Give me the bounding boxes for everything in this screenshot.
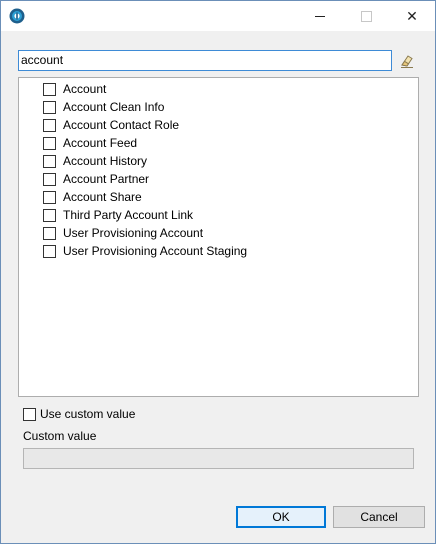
- checkbox[interactable]: [43, 190, 56, 204]
- checkbox[interactable]: [43, 118, 56, 132]
- checkbox[interactable]: [43, 136, 56, 150]
- minimize-icon: [315, 15, 325, 17]
- list-item[interactable]: Account Feed: [43, 134, 137, 152]
- custom-value-field: [23, 448, 414, 469]
- list-item[interactable]: Account Partner: [43, 170, 149, 188]
- search-input[interactable]: [18, 50, 392, 71]
- list-item[interactable]: Account: [43, 80, 106, 98]
- list-item-label: Account History: [63, 154, 148, 168]
- use-custom-value-checkbox[interactable]: Use custom value: [23, 406, 135, 422]
- checkbox[interactable]: [23, 407, 36, 421]
- list-item[interactable]: Account History: [43, 152, 147, 170]
- list-item-label: Account Contact Role: [63, 118, 180, 132]
- list-item-label: User Provisioning Account: [63, 226, 204, 240]
- list-item-label: Account Feed: [63, 136, 138, 150]
- list-item[interactable]: User Provisioning Account Staging: [43, 242, 247, 260]
- use-custom-value-label: Use custom value: [40, 407, 136, 421]
- table-list[interactable]: Account Account Clean Info Account Contact…: [18, 77, 419, 397]
- list-item-label: Account Share: [63, 190, 142, 204]
- checkbox[interactable]: [43, 82, 56, 96]
- list-item[interactable]: Account Contact Role: [43, 116, 179, 134]
- custom-value-label: Custom value: [23, 429, 97, 443]
- dialog-window: ✕ Account Account Clean Info Account Conta…: [0, 0, 436, 544]
- ok-button[interactable]: OK: [236, 506, 326, 528]
- checkbox[interactable]: [43, 226, 56, 240]
- list-item-label: Account Partner: [63, 172, 150, 186]
- list-item-label: User Provisioning Account Staging: [63, 244, 248, 258]
- minimize-button[interactable]: [297, 1, 343, 31]
- checkbox[interactable]: [43, 244, 56, 258]
- list-item[interactable]: User Provisioning Account: [43, 224, 203, 242]
- list-item[interactable]: Third Party Account Link: [43, 206, 193, 224]
- talend-icon: [9, 8, 25, 24]
- list-item-label: Third Party Account Link: [63, 208, 194, 222]
- close-icon: ✕: [406, 7, 418, 24]
- list-item-label: Account: [63, 82, 107, 96]
- maximize-icon: [360, 10, 372, 22]
- checkbox[interactable]: [43, 208, 56, 222]
- close-button[interactable]: ✕: [389, 1, 435, 31]
- list-item[interactable]: Account Clean Info: [43, 98, 164, 116]
- maximize-button[interactable]: [343, 1, 389, 31]
- title-bar: ✕: [1, 1, 435, 31]
- eraser-icon[interactable]: [399, 53, 415, 69]
- checkbox[interactable]: [43, 100, 56, 114]
- list-item-label: Account Clean Info: [63, 100, 165, 114]
- checkbox[interactable]: [43, 154, 56, 168]
- list-item[interactable]: Account Share: [43, 188, 142, 206]
- cancel-button[interactable]: Cancel: [333, 506, 425, 528]
- checkbox[interactable]: [43, 172, 56, 186]
